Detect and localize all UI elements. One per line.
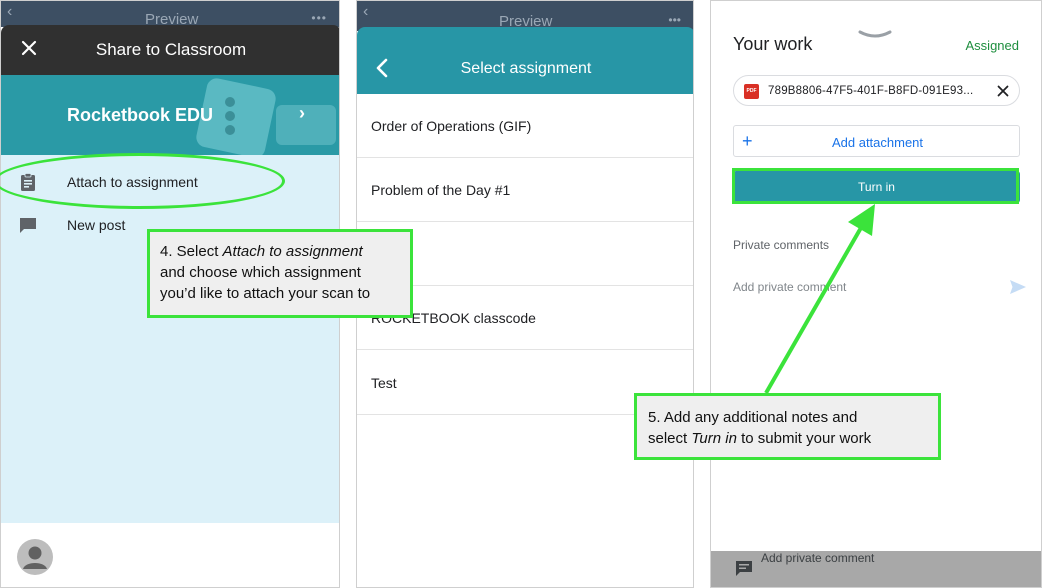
assignment-title: Order of Operations (GIF) [371,118,532,134]
banner-illustration-card [276,105,336,145]
private-comments-heading: Private comments [733,238,830,252]
share-options-list: Attach to assignment New post [1,155,339,523]
ghost-menu-icon: ••• [668,13,681,27]
step-4-callout: 4. Select Attach to assignment and choos… [147,229,413,318]
attachment-chip[interactable]: PDF 789B8806-47F5-401F-B8FD-091E93... [733,75,1020,106]
private-comment-input[interactable]: Add private comment [733,280,846,294]
share-title: Share to Classroom [95,40,247,59]
assignment-title: Test [371,375,397,391]
ghost-back-icon: ‹ [7,3,13,20]
remove-attachment-icon[interactable] [997,85,1009,97]
step-4-line-1: 4. Select Attach to assignment [160,243,363,260]
account-footer [1,523,339,587]
pdf-icon: PDF [744,84,759,99]
drag-handle-icon[interactable] [857,29,893,41]
add-attachment-label: Add attachment [831,135,924,150]
comment-icon [20,218,36,233]
share-header: Share to Classroom [1,25,339,75]
add-attachment-button[interactable]: + Add attachment [733,125,1020,157]
turn-in-highlight-box [732,168,1019,204]
assignment-row[interactable]: Order of Operations (GIF) [357,94,693,158]
bottom-comment-label: Add private comment [761,551,875,565]
ghost-menu-icon: ••• [311,11,327,25]
step-4-emphasis: Attach to assignment [222,243,363,260]
banner-illustration-dots [225,97,235,107]
step-4-line-3: you’d like to attach your scan to [160,285,371,302]
your-work-screen: Your work Assigned PDF 789B8806-47F5-401… [710,0,1042,588]
step-5-line-1: 5. Add any additional notes and [648,409,858,426]
select-assignment-title: Select assignment [460,60,592,77]
step-5-line-2: select Turn in to submit your work [648,430,872,447]
status-badge: Assigned [965,38,1019,53]
avatar[interactable] [17,539,53,575]
comment-icon [736,561,752,576]
ghost-back-icon: ‹ [363,3,369,20]
step-5-callout: 5. Add any additional notes and select T… [634,393,941,460]
attachment-filename: 789B8806-47F5-401F-B8FD-091E93... [768,85,974,97]
attach-highlight-oval [0,153,285,209]
your-work-title: Your work [733,34,813,54]
step-5-emphasis: Turn in [691,430,737,447]
bottom-comment-bar[interactable]: Add private comment [711,551,1041,587]
class-banner[interactable]: Rocketbook EDU › [1,75,339,155]
class-name: Rocketbook EDU [67,105,214,125]
send-icon[interactable] [1009,279,1027,295]
select-assignment-header: Select assignment [357,27,693,94]
background-preview-bar: ‹ Preview ••• [1,1,339,28]
assignment-row[interactable]: Problem of the Day #1 [357,158,693,222]
chevron-right-icon: › [299,103,305,123]
assignment-title: Problem of the Day #1 [371,182,511,198]
step-4-line-2: and choose which assignment [160,264,361,281]
new-post-label: New post [67,217,126,233]
